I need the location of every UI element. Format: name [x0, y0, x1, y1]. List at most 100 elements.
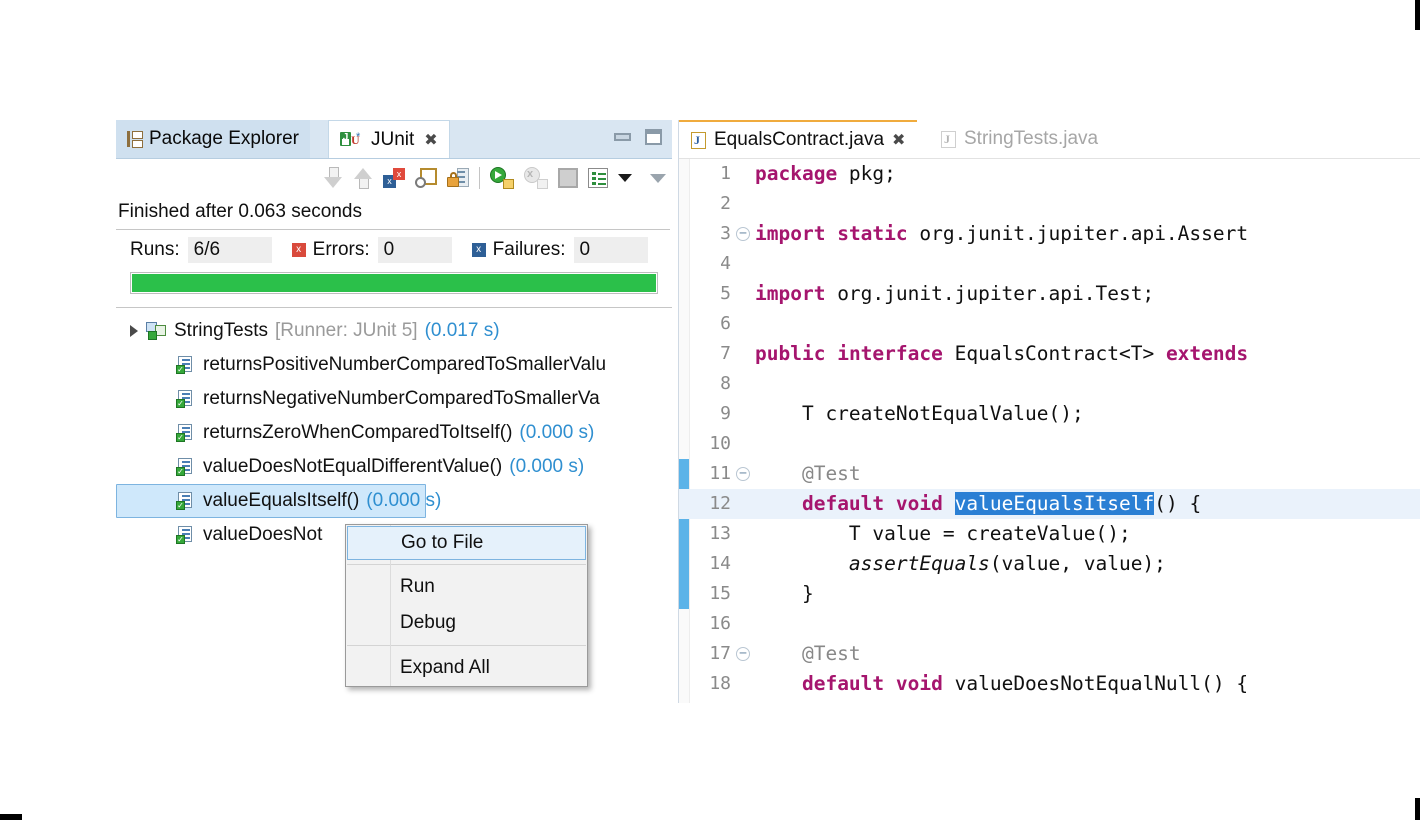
toolbar-separator — [479, 167, 480, 189]
code-token — [884, 492, 896, 515]
keyword: public — [755, 342, 825, 365]
junit-counters: Runs: 6/6 x Errors: 0 x Failures: 0 — [116, 230, 672, 270]
tree-row-test[interactable]: ✓valueEqualsItself()(0.000 s) — [116, 484, 426, 518]
triangle-down-icon[interactable] — [650, 174, 666, 183]
failures-filter-icon[interactable]: xx — [383, 168, 405, 188]
fold-collapse-icon[interactable]: − — [736, 227, 750, 241]
code-token: (value, value); — [990, 552, 1166, 575]
line-number: 16 — [689, 609, 731, 639]
minimize-button[interactable] — [614, 133, 631, 141]
code-line[interactable]: 1package pkg; — [679, 159, 1420, 189]
code-token: T createNotEqualValue(); — [755, 402, 1084, 425]
code-line[interactable]: 11− @Test — [679, 459, 1420, 489]
test-name: returnsNegativeNumberComparedToSmallerVa — [203, 388, 600, 410]
line-number: 10 — [689, 429, 731, 459]
menu-item-run[interactable]: Run — [346, 569, 587, 605]
code-editor[interactable]: 1package pkg;23−import static org.junit.… — [679, 159, 1420, 703]
code-line[interactable]: 6 — [679, 309, 1420, 339]
suite-runner: [Runner: JUnit 5] — [275, 320, 418, 342]
errors-status-icon: x — [292, 243, 306, 257]
junit-icon: JU* — [340, 131, 364, 149]
page-corner-mark-top-right — [1415, 0, 1420, 30]
menu-item-debug[interactable]: Debug — [346, 605, 587, 641]
line-number: 3 — [689, 219, 731, 249]
suite-name: StringTests — [174, 320, 268, 342]
keyword: import — [755, 282, 825, 305]
code-token: org.junit.jupiter.api.Test; — [825, 282, 1154, 305]
code-line[interactable]: 9 T createNotEqualValue(); — [679, 399, 1420, 429]
menu-item-expand-all[interactable]: Expand All — [346, 650, 587, 686]
code-token — [755, 552, 849, 575]
selected-token: valueEqualsItself — [955, 492, 1155, 515]
code-line[interactable]: 14 assertEquals(value, value); — [679, 549, 1420, 579]
code-line[interactable]: 16 — [679, 609, 1420, 639]
code-line[interactable]: 3−import static org.junit.jupiter.api.As… — [679, 219, 1420, 249]
line-number: 15 — [689, 579, 731, 609]
history-icon[interactable] — [588, 168, 608, 188]
line-number: 12 — [689, 489, 731, 519]
arrow-down-icon[interactable] — [323, 167, 343, 189]
line-source: package pkg; — [755, 159, 896, 189]
code-line[interactable]: 13 T value = createValue(); — [679, 519, 1420, 549]
code-line[interactable]: 2 — [679, 189, 1420, 219]
keyword: package — [755, 162, 837, 185]
line-number: 6 — [689, 309, 731, 339]
lock-icon[interactable] — [447, 168, 469, 188]
code-line[interactable]: 10 — [679, 429, 1420, 459]
view-tab-junit[interactable]: JU* JUnit ✖ — [328, 120, 450, 158]
fold-collapse-icon[interactable]: − — [736, 467, 750, 481]
code-line[interactable]: 15 } — [679, 579, 1420, 609]
menu-item-go-to-file[interactable]: Go to File — [347, 526, 586, 560]
code-line[interactable]: 12 default void valueEqualsItself() { — [679, 489, 1420, 519]
runs-value: 6/6 — [188, 237, 272, 263]
errors-label: Errors: — [313, 239, 370, 261]
editor-tab-stringtests[interactable]: J StringTests.java — [929, 120, 1110, 158]
line-source: default void valueEqualsItself() { — [755, 489, 1201, 519]
test-passed-icon: ✓ — [176, 492, 194, 510]
tree-row-test[interactable]: ✓valueDoesNotEqualDifferentValue()(0.000… — [116, 450, 672, 484]
stop-icon[interactable] — [558, 168, 578, 188]
fold-collapse-icon[interactable]: − — [736, 647, 750, 661]
context-menu[interactable]: Go to File RunDebug Expand All — [345, 524, 588, 687]
tree-row-test[interactable]: ✓returnsZeroWhenComparedToItself()(0.000… — [116, 416, 672, 450]
line-source: } — [755, 579, 814, 609]
editor-tab-equalscontract[interactable]: J EqualsContract.java ✖ — [679, 120, 917, 158]
maximize-button[interactable] — [645, 129, 662, 145]
code-line[interactable]: 17− @Test — [679, 639, 1420, 669]
code-line[interactable]: 5import org.junit.jupiter.api.Test; — [679, 279, 1420, 309]
page-corner-mark-bottom-right — [1415, 798, 1420, 820]
line-source: @Test — [755, 639, 861, 669]
code-token: () { — [1154, 492, 1201, 515]
code-line[interactable]: 4 — [679, 249, 1420, 279]
code-line[interactable]: 8 — [679, 369, 1420, 399]
code-token — [755, 672, 802, 695]
test-passed-icon: ✓ — [176, 526, 194, 544]
expand-twisty-icon[interactable] — [130, 325, 138, 337]
line-source: public interface EqualsContract<T> exten… — [755, 339, 1248, 369]
stack-trace-filter-icon[interactable] — [415, 168, 437, 188]
rerun-icon[interactable] — [490, 167, 514, 189]
code-line[interactable]: 7 public interface EqualsContract<T> exte… — [679, 339, 1420, 369]
tree-row-test[interactable]: ✓returnsNegativeNumberComparedToSmallerV… — [116, 382, 672, 416]
editor-tabbar: J EqualsContract.java ✖ J StringTests.ja… — [679, 120, 1420, 159]
tree-row-suite[interactable]: StringTests[Runner: JUnit 5](0.017 s) — [116, 314, 672, 348]
failures-label: Failures: — [493, 239, 566, 261]
test-name: valueDoesNot — [203, 524, 322, 546]
close-icon[interactable]: ✖ — [424, 130, 437, 150]
view-tab-package-explorer[interactable]: Package Explorer — [116, 120, 310, 158]
rerun-failed-icon[interactable]: x — [524, 167, 548, 189]
code-line[interactable]: 18 default void valueDoesNotEqualNull() … — [679, 669, 1420, 699]
java-file-icon: J — [941, 131, 956, 148]
line-number: 7 — [689, 339, 731, 369]
tree-row-test[interactable]: ✓returnsPositiveNumberComparedToSmallerV… — [116, 348, 672, 382]
chevron-down-icon[interactable] — [618, 174, 632, 182]
failures-value: 0 — [574, 237, 648, 263]
code-token — [825, 342, 837, 365]
close-icon[interactable]: ✖ — [892, 130, 905, 150]
code-token: @Test — [755, 642, 861, 665]
code-token: assertEquals — [849, 552, 990, 575]
arrow-up-icon[interactable] — [353, 167, 373, 189]
line-number: 9 — [689, 399, 731, 429]
line-source: T value = createValue(); — [755, 519, 1131, 549]
failures-status-icon: x — [472, 243, 486, 257]
